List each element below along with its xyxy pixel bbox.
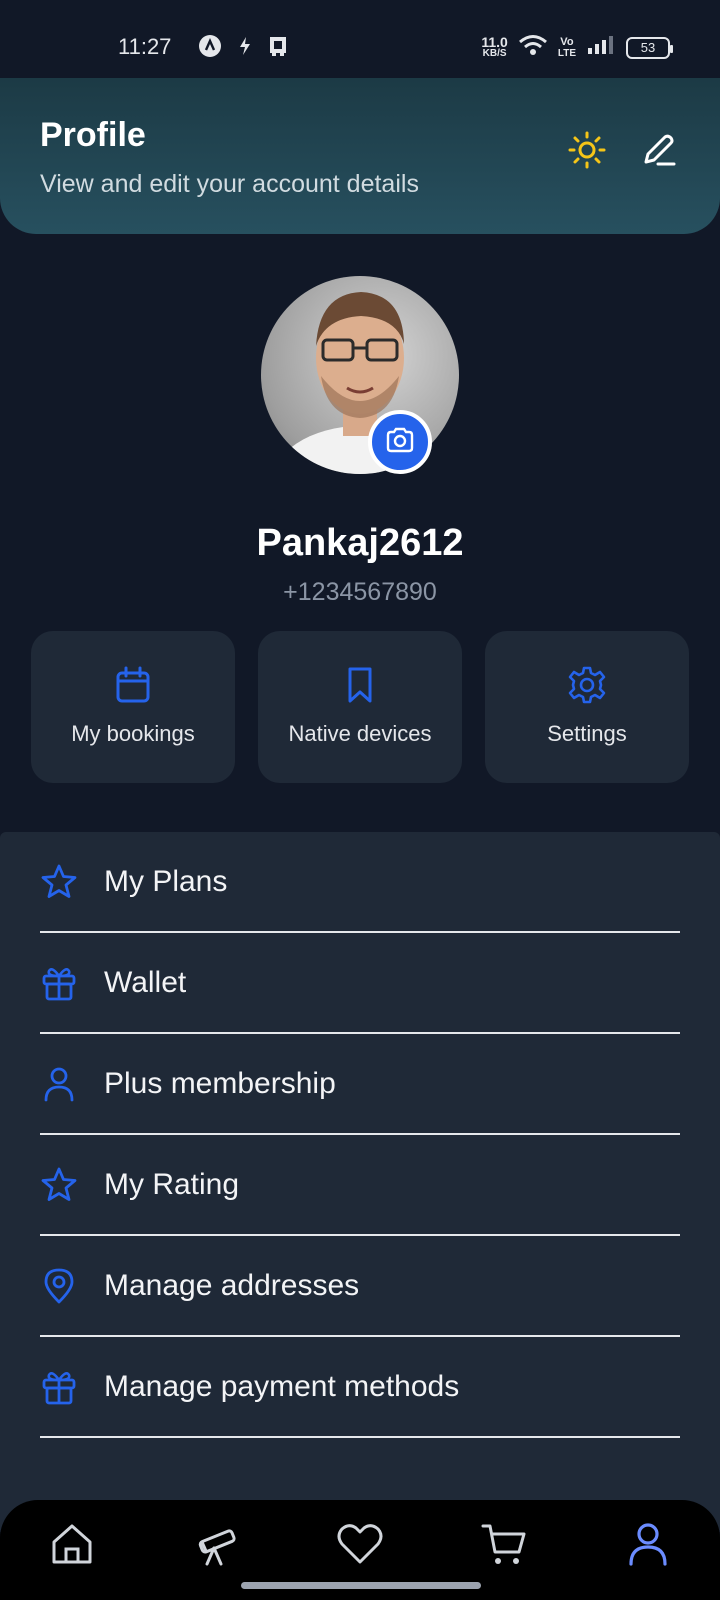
wifi-icon xyxy=(518,34,548,61)
volte-label: Vo LTE xyxy=(557,35,576,59)
menu-item-label: My Plans xyxy=(104,864,228,898)
change-photo-button[interactable] xyxy=(368,410,432,474)
network-speed: 11.0 KB/S xyxy=(481,33,508,59)
nav-home[interactable] xyxy=(44,1518,100,1574)
page-subtitle: View and edit your account details xyxy=(40,170,419,198)
star-icon xyxy=(40,1166,78,1204)
menu-item-label: Manage payment methods xyxy=(104,1369,460,1403)
settings-label: Settings xyxy=(547,721,627,746)
status-bar: 11:27 11.0 KB/S Vo LTE 53 xyxy=(0,0,720,78)
user-icon xyxy=(40,1065,78,1103)
menu-item-plus-membership[interactable]: Plus membership xyxy=(40,1034,680,1135)
menu-item-my-plans[interactable]: My Plans xyxy=(40,832,680,933)
location-pin-icon xyxy=(40,1267,78,1305)
signal-icon xyxy=(586,34,616,61)
edit-profile-button[interactable] xyxy=(634,128,682,176)
sun-icon xyxy=(567,130,607,175)
native-devices-card[interactable]: Native devices xyxy=(258,631,462,783)
page-title: Profile xyxy=(40,116,146,154)
profile-icon xyxy=(626,1521,670,1572)
home-icon xyxy=(49,1521,95,1572)
telescope-icon xyxy=(192,1520,240,1573)
menu-item-label: Plus membership xyxy=(104,1066,336,1100)
bottom-navigation xyxy=(0,1500,720,1600)
menu-item-manage-addresses[interactable]: Manage addresses xyxy=(40,1236,680,1337)
nav-cart[interactable] xyxy=(476,1518,532,1574)
menu-item-wallet[interactable]: Wallet xyxy=(40,933,680,1034)
profile-menu: My Plans Wallet Plus membership My Ratin… xyxy=(0,832,720,1532)
gift-icon xyxy=(40,1368,78,1406)
sim-notification-icon xyxy=(266,34,290,63)
phone-number: +1234567890 xyxy=(283,578,437,606)
heart-icon xyxy=(336,1522,384,1571)
menu-item-label: My Rating xyxy=(104,1167,240,1201)
calendar-icon xyxy=(113,665,153,705)
native-devices-label: Native devices xyxy=(288,721,432,746)
menu-item-my-rating[interactable]: My Rating xyxy=(40,1135,680,1236)
gift-icon xyxy=(40,964,78,1002)
battery-indicator: 53 xyxy=(626,36,673,59)
app-notification-icon xyxy=(198,34,222,63)
network-speed-unit: KB/S xyxy=(482,47,507,59)
pencil-icon xyxy=(638,130,678,175)
avatar-container xyxy=(261,276,459,474)
nav-explore[interactable] xyxy=(188,1518,244,1574)
flash-notification-icon xyxy=(236,34,254,63)
username: Pankaj2612 xyxy=(256,522,464,564)
camera-icon xyxy=(385,427,415,458)
home-indicator[interactable] xyxy=(241,1582,481,1589)
profile-header: Profile View and edit your account detai… xyxy=(0,78,720,234)
volte-label-bottom: LTE xyxy=(557,47,576,59)
nav-favorites[interactable] xyxy=(332,1518,388,1574)
gear-icon xyxy=(567,665,607,705)
menu-item-manage-payment-methods[interactable]: Manage payment methods xyxy=(40,1337,680,1438)
cart-icon xyxy=(480,1520,528,1573)
quick-actions: My bookings Native devices Settings xyxy=(31,631,689,783)
settings-card[interactable]: Settings xyxy=(485,631,689,783)
my-bookings-label: My bookings xyxy=(71,721,195,746)
status-time: 11:27 xyxy=(118,34,172,59)
nav-profile[interactable] xyxy=(620,1518,676,1574)
battery-level: 53 xyxy=(640,40,656,55)
menu-item-label: Wallet xyxy=(104,965,187,999)
my-bookings-card[interactable]: My bookings xyxy=(31,631,235,783)
star-icon xyxy=(40,863,78,901)
volte-label-top: Vo xyxy=(560,35,574,48)
bookmark-icon xyxy=(340,665,380,705)
network-speed-value: 11.0 xyxy=(481,33,508,50)
theme-toggle-button[interactable] xyxy=(563,128,611,176)
status-right-group: 11.0 KB/S Vo LTE 53 xyxy=(481,33,673,61)
menu-item-label: Manage addresses xyxy=(104,1268,360,1302)
